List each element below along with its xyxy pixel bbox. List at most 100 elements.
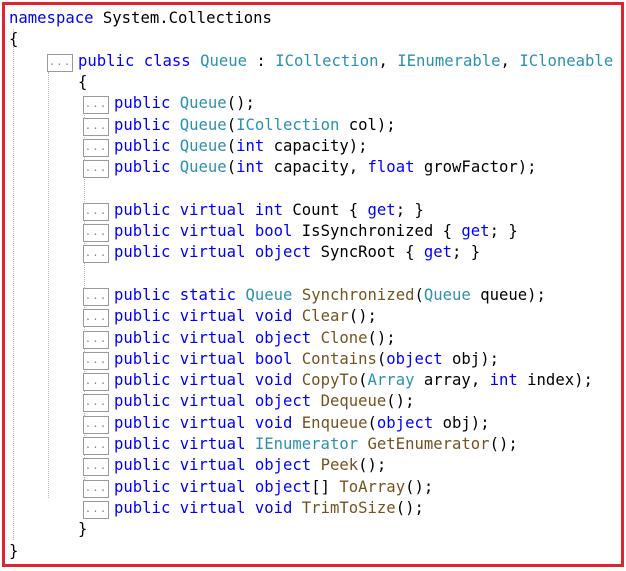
code-line: public static Queue Synchronized(Queue q…	[114, 285, 546, 306]
code-token-keyword: object	[376, 413, 434, 432]
code-token-type: ICloneable	[519, 51, 614, 70]
code-line: public virtual IEnumerator GetEnumerator…	[114, 434, 518, 455]
code-token-method: Clone	[320, 328, 368, 347]
code-token-keyword: int	[489, 371, 518, 390]
code-token-plain: {	[9, 30, 19, 49]
code-token-plain: SyncRoot {	[311, 243, 424, 262]
collapse-toggle[interactable]: ...	[83, 202, 109, 221]
collapse-toggle[interactable]: ...	[83, 415, 109, 434]
code-token-method: CopyTo	[301, 371, 359, 390]
code-token-keyword: virtual	[179, 371, 246, 390]
code-token-keyword: void	[254, 307, 293, 326]
collapse-toggle[interactable]: ...	[83, 117, 109, 136]
code-token-keyword: object	[254, 328, 312, 347]
code-line: public virtual object Clone();	[114, 328, 396, 349]
collapse-toggle[interactable]: ...	[83, 138, 109, 157]
code-token-keyword: public	[114, 477, 171, 496]
code-token-keyword: virtual	[179, 392, 246, 411]
collapse-toggle[interactable]: ...	[83, 479, 109, 498]
code-token-keyword: public	[114, 456, 171, 475]
code-token-keyword: class	[143, 51, 191, 70]
code-token-keyword: object	[254, 456, 312, 475]
collapse-toggle[interactable]: ...	[83, 245, 109, 264]
code-token-plain: (	[226, 115, 237, 134]
code-line: public Queue();	[114, 93, 255, 114]
code-token-plain: Count {	[283, 200, 368, 219]
collapse-toggle[interactable]: ...	[83, 458, 109, 477]
code-token-keyword: virtual	[179, 307, 246, 326]
collapse-toggle[interactable]: ...	[47, 53, 73, 72]
code-token-keyword: virtual	[179, 477, 246, 496]
code-token-keyword: virtual	[179, 328, 246, 347]
code-token-plain: queue);	[470, 285, 546, 304]
collapse-toggle[interactable]: ...	[83, 373, 109, 392]
collapse-toggle[interactable]: ...	[83, 160, 109, 179]
code-line: public virtual void TrimToSize();	[114, 498, 424, 519]
code-token-plain: (	[414, 285, 424, 304]
code-token-keyword: public	[114, 349, 171, 368]
code-token-plain: obj);	[433, 413, 490, 432]
code-token-keyword: virtual	[179, 200, 246, 219]
collapse-toggle[interactable]: ...	[83, 287, 109, 306]
code-line: public virtual object[] ToArray();	[114, 477, 433, 498]
code-token-keyword: public	[114, 328, 171, 347]
collapse-toggle[interactable]: ...	[83, 394, 109, 413]
collapse-toggle[interactable]: ...	[83, 309, 109, 328]
code-line: public virtual object Peek();	[114, 455, 386, 476]
collapse-toggle[interactable]: ...	[83, 437, 109, 455]
code-token-type: Queue	[200, 51, 248, 70]
code-token-keyword: public	[114, 243, 171, 262]
collapse-toggle[interactable]: ...	[83, 351, 109, 370]
code-line: public Queue(int capacity);	[114, 136, 368, 157]
code-line: public virtual void Enqueue(object obj);	[114, 413, 490, 434]
collapse-toggle[interactable]: ...	[83, 330, 109, 349]
code-line: public class Queue : ICollection, IEnume…	[78, 51, 613, 72]
collapse-toggle[interactable]: ...	[83, 224, 109, 242]
code-token-type: ICollection	[275, 51, 379, 70]
code-line: public Queue(int capacity, float growFac…	[114, 157, 537, 178]
code-line: namespace System.Collections	[9, 8, 272, 29]
code-token-type: IEnumerator	[254, 435, 359, 453]
code-token-keyword: virtual	[179, 498, 246, 517]
code-token-plain: ; }	[452, 243, 481, 262]
code-token-keyword: virtual	[179, 435, 246, 453]
code-token-keyword: public	[114, 307, 171, 326]
code-token-keyword: bool	[254, 349, 293, 368]
code-line: public Queue(ICollection col);	[114, 115, 396, 136]
collapse-toggle[interactable]: ...	[83, 500, 109, 519]
code-line: public virtual bool IsSynchronized { get…	[114, 221, 518, 242]
collapse-toggle[interactable]: ...	[83, 96, 109, 115]
code-token-plain: ();	[405, 477, 434, 496]
code-token-keyword: namespace	[9, 9, 94, 27]
code-token-type: Queue	[423, 285, 471, 304]
code-token-keyword: public	[114, 94, 171, 113]
code-token-type: Queue	[245, 285, 293, 304]
code-line: {	[78, 72, 87, 93]
code-token-plain: :	[247, 51, 276, 70]
code-snippet-frame: namespace System.Collections{... public c…	[2, 2, 624, 567]
code-token-keyword: object	[254, 477, 312, 496]
code-token-plain: ();	[358, 456, 387, 475]
code-token-type: IEnumerable	[397, 51, 501, 70]
